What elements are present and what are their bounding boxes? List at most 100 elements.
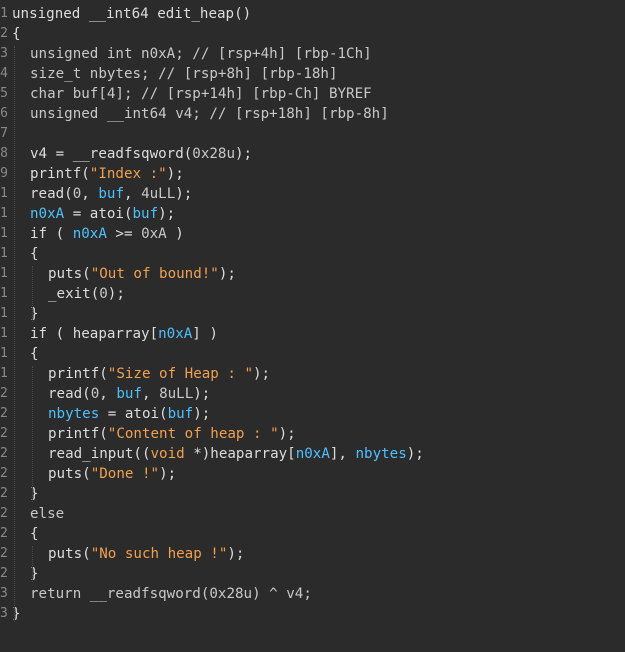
code-token: ,	[81, 186, 99, 202]
line-number: 18	[0, 346, 8, 361]
code-token: unsigned __int64 edit_heap()	[12, 6, 252, 22]
line-number: 11	[0, 206, 8, 221]
code-token: "No such heap !"	[90, 546, 228, 562]
code-line[interactable]: 9 printf("Index :");	[0, 164, 625, 184]
code-token: 0	[99, 286, 108, 302]
code-token: puts(	[48, 266, 91, 282]
code-token: printf(	[48, 426, 108, 442]
code-line[interactable]: 6 unsigned __int64 v4; // [rsp+18h] [rbp-…	[0, 104, 625, 124]
code-line[interactable]: 5 char buf[4]; // [rsp+14h] [rbp-Ch] BYRE…	[0, 84, 625, 104]
code-line[interactable]: 1 unsigned __int64 edit_heap()	[0, 4, 625, 24]
code-token: "Index :"	[89, 166, 167, 182]
line-number: 24	[0, 466, 8, 481]
code-token: );	[175, 186, 193, 202]
code-token: buf	[116, 386, 142, 402]
code-token: if (	[30, 226, 73, 242]
line-number: 20	[0, 386, 8, 401]
code-line[interactable]: 10 read(0, buf, 4uLL);	[0, 184, 625, 204]
code-token: unsigned int n0xA; // [rsp+4h] [rbp-1Ch]	[30, 46, 372, 62]
code-token: return __readfsqword(	[30, 586, 210, 602]
line-number: 6	[0, 106, 8, 121]
code-token: unsigned __int64 v4; // [rsp+18h] [rbp-8…	[30, 106, 389, 122]
code-line[interactable]: 2{	[0, 24, 625, 44]
code-line[interactable]: 8 v4 = __readfsqword(0x28u);	[0, 144, 625, 164]
code-line[interactable]: 14 puts("Out of bound!");	[0, 264, 625, 284]
code-line[interactable]: 29}	[0, 564, 625, 584]
code-line[interactable]: 20 read(0, buf, 8uLL);	[0, 384, 625, 404]
code-token: n0xA	[30, 206, 65, 222]
code-token: "Done !"	[90, 466, 160, 482]
code-text: unsigned int n0xA; // [rsp+4h] [rbp-1Ch]	[30, 44, 372, 64]
code-line[interactable]: 12 if ( n0xA >= 0xA )	[0, 224, 625, 244]
line-number: 13	[0, 246, 8, 261]
code-text: _exit(0);	[48, 284, 125, 304]
code-token: printf(	[30, 166, 90, 182]
indent-guide	[32, 366, 33, 502]
code-line[interactable]: 22 printf("Content of heap : ");	[0, 424, 625, 444]
code-token: printf(	[48, 366, 108, 382]
code-text: {	[30, 244, 39, 264]
code-token: );	[159, 466, 177, 482]
code-line[interactable]: 27 {	[0, 524, 625, 544]
code-editor[interactable]: 1 unsigned __int64 edit_heap() 2{3 unsigned…	[0, 0, 625, 652]
code-text: puts("No such heap !");	[48, 544, 244, 564]
line-number: 27	[0, 526, 8, 541]
line-number: 16	[0, 306, 8, 321]
code-text: char buf[4]; // [rsp+14h] [rbp-Ch] BYREF	[30, 84, 372, 104]
code-token: n0xA	[158, 326, 193, 342]
code-line[interactable]: 13 {	[0, 244, 625, 264]
code-line[interactable]: 28 puts("No such heap !");	[0, 544, 625, 564]
code-token: ) ^ v4;	[252, 586, 312, 602]
line-number: 30	[0, 586, 8, 601]
code-token: );	[278, 426, 296, 442]
code-token: = atoi(	[99, 406, 168, 422]
code-token: 0x28u	[192, 146, 236, 162]
code-text: {	[30, 344, 39, 364]
code-line[interactable]: 25}	[0, 484, 625, 504]
line-number: 2	[0, 26, 8, 41]
code-token: n0xA	[295, 446, 330, 462]
code-token: read(	[30, 186, 73, 202]
indent-guide	[14, 46, 15, 622]
code-text: if ( n0xA >= 0xA )	[30, 224, 184, 244]
code-text: v4 = __readfsqword(0x28u);	[30, 144, 252, 164]
code-token: );	[193, 406, 211, 422]
line-number: 22	[0, 426, 8, 441]
indent-guide	[32, 546, 33, 582]
line-number: 15	[0, 286, 8, 301]
code-line[interactable]: 18 {	[0, 344, 625, 364]
code-line[interactable]: 24 puts("Done !");	[0, 464, 625, 484]
code-token: buf	[132, 206, 159, 222]
code-text: printf("Index :");	[30, 164, 184, 184]
line-number: 3	[0, 46, 8, 61]
code-token: 0	[72, 186, 82, 202]
code-line[interactable]: 3 unsigned int n0xA; // [rsp+4h] [rbp-1Ch…	[0, 44, 625, 64]
code-text: printf("Size of Heap : ");	[48, 364, 270, 384]
line-number: 17	[0, 326, 8, 341]
code-text: nbytes = atoi(buf);	[48, 404, 210, 424]
code-line[interactable]: 26 else	[0, 504, 625, 524]
code-line[interactable]: 7	[0, 124, 625, 144]
code-token: );	[227, 546, 245, 562]
code-token: *)heaparray[	[184, 446, 296, 462]
code-text: n0xA = atoi(buf);	[30, 204, 175, 224]
code-token: void	[150, 446, 185, 462]
code-line[interactable]: 17 if ( heaparray[n0xA] )	[0, 324, 625, 344]
code-line[interactable]: 30 return __readfsqword(0x28u) ^ v4;	[0, 584, 625, 604]
code-line[interactable]: 31}	[0, 604, 625, 624]
code-line[interactable]: 23 read_input((void *)heaparray[n0xA], nb…	[0, 444, 625, 464]
code-line[interactable]: 16}	[0, 304, 625, 324]
code-line[interactable]: 21 nbytes = atoi(buf);	[0, 404, 625, 424]
code-token: 0	[90, 386, 100, 402]
code-line[interactable]: 19 printf("Size of Heap : ");	[0, 364, 625, 384]
code-token: );	[166, 166, 184, 182]
code-line[interactable]: 15 _exit(0);	[0, 284, 625, 304]
code-token: );	[253, 366, 271, 382]
line-number: 12	[0, 226, 8, 241]
code-line[interactable]: 4 size_t nbytes; // [rsp+8h] [rbp-18h]	[0, 64, 625, 84]
line-number: 29	[0, 566, 8, 581]
line-number: 28	[0, 546, 8, 561]
code-line[interactable]: 11 n0xA = atoi(buf);	[0, 204, 625, 224]
code-token: "Out of bound!"	[90, 266, 219, 282]
code-text: return __readfsqword(0x28u) ^ v4;	[30, 584, 312, 604]
